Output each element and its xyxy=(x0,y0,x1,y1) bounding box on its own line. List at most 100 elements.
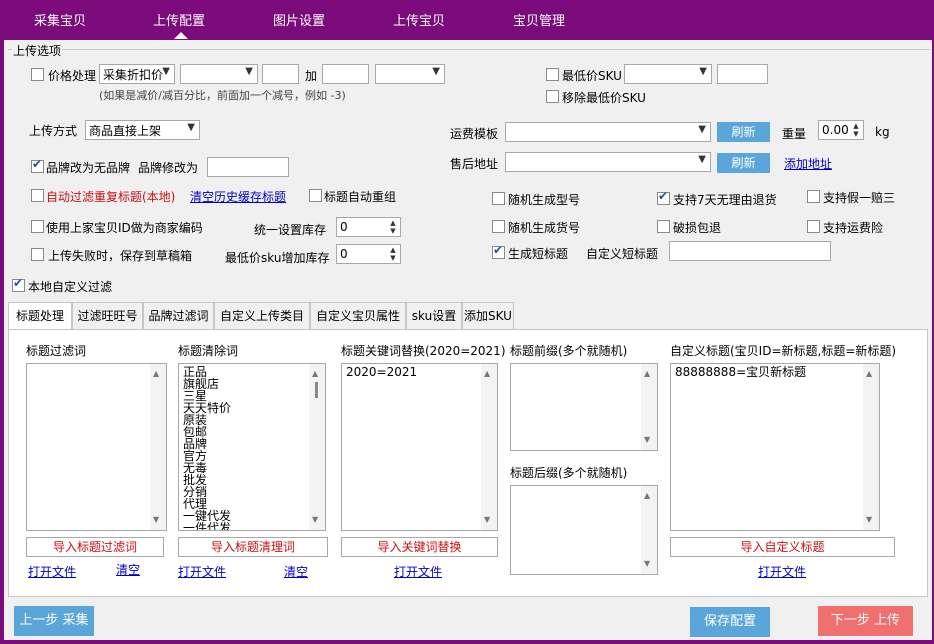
lowest-sku-input[interactable] xyxy=(717,64,768,84)
use-code-label: 使用上家宝贝ID做为商家编码 xyxy=(46,221,203,235)
import-remove-words-button[interactable]: 导入标题清理词 xyxy=(178,537,328,557)
filter-words-textarea[interactable]: ▲ ▼ xyxy=(26,363,167,531)
title-regroup-checkbox[interactable] xyxy=(309,189,322,202)
short-title-label: 生成短标题 xyxy=(508,247,569,261)
auto-filter-label: 自动过滤重复标题(本地) xyxy=(46,190,176,204)
nav-tab-upload-items[interactable]: 上传宝贝 xyxy=(393,10,445,29)
import-filter-words-button[interactable]: 导入标题过滤词 xyxy=(26,537,164,557)
fake-refund-label: 支持假一赔三 xyxy=(823,191,896,205)
auto-filter-checkbox[interactable] xyxy=(31,189,44,202)
tab-custom-category[interactable]: 自定义上传类目 xyxy=(214,302,310,330)
unified-stock-spinner[interactable]: 0 ▲ ▼ xyxy=(336,217,401,237)
local-filter-checkbox[interactable] xyxy=(12,276,25,292)
prefix-textarea[interactable]: ▲ ▼ xyxy=(510,363,658,451)
after-sale-label: 售后地址 xyxy=(450,157,499,171)
use-code-checkbox[interactable] xyxy=(31,220,44,233)
tab-title-processing[interactable]: 标题处理 xyxy=(8,302,72,331)
scrollbar[interactable]: ▲ ▼ xyxy=(481,364,497,530)
filter-words-open-file-link[interactable]: 打开文件 xyxy=(28,563,76,580)
unified-stock-label: 统一设置库存 xyxy=(254,223,327,237)
damage-cover-label: 破损包退 xyxy=(673,221,722,235)
price-type-select[interactable]: ▼ xyxy=(180,64,258,84)
save-config-button[interactable]: 保存配置 xyxy=(690,607,770,637)
after-sale-refresh-button[interactable]: 刷新 xyxy=(717,153,770,173)
brand-modify-input[interactable] xyxy=(207,157,289,177)
chevron-down-icon: ▼ xyxy=(162,66,170,77)
scrollbar[interactable]: ▲ ▼ xyxy=(641,364,657,450)
random-item-no-checkbox[interactable] xyxy=(492,220,505,233)
filter-words-label: 标题过滤词 xyxy=(26,344,87,358)
top-navigation: 采集宝贝 上传配置 图片设置 上传宝贝 宝贝管理 xyxy=(0,0,934,40)
active-tab-indicator xyxy=(174,32,188,39)
brand-checkbox[interactable] xyxy=(31,157,44,173)
shipping-refresh-button[interactable]: 刷新 xyxy=(717,122,770,142)
fake-refund-checkbox[interactable] xyxy=(807,190,820,203)
weight-spinner[interactable]: 0.00 ▲ ▼ xyxy=(818,120,864,140)
remove-word-line: 一件代发 xyxy=(183,521,232,531)
remove-words-open-file-link[interactable]: 打开文件 xyxy=(178,563,226,580)
title-regroup-label: 标题自动重组 xyxy=(324,190,397,204)
random-model-checkbox[interactable] xyxy=(492,192,505,205)
custom-title-textarea[interactable]: 88888888=宝贝新标题 ▲ ▼ xyxy=(670,363,880,531)
damage-cover-checkbox[interactable] xyxy=(657,220,670,233)
tab-brand-filter[interactable]: 品牌过滤词 xyxy=(143,302,214,330)
price-add-input[interactable] xyxy=(322,64,369,84)
short-title-checkbox[interactable] xyxy=(492,243,505,259)
lowest-sku-checkbox[interactable] xyxy=(546,68,559,81)
custom-title-label: 自定义标题(宝贝ID=新标题,标题=新标题) xyxy=(670,344,897,358)
prev-step-button[interactable]: 上一步 采集 xyxy=(14,606,94,636)
import-replace-words-button[interactable]: 导入关键词替换 xyxy=(341,537,498,557)
price-unit-select[interactable]: ▼ xyxy=(375,64,445,84)
price-plus-label: 加 xyxy=(305,69,318,83)
remove-words-textarea[interactable]: 正品 旗舰店 三星 天天特价 原装 包邮 品牌 官方 无毒 批发 分销 代理 一键代发 一件代发 ▲ ▼ xyxy=(178,363,326,531)
price-checkbox[interactable] xyxy=(31,68,44,81)
clear-history-link[interactable]: 清空历史缓存标题 xyxy=(190,188,286,205)
chevron-down-icon: ▼ xyxy=(699,66,707,77)
freight-insurance-label: 支持运费险 xyxy=(823,221,884,235)
save-draft-checkbox[interactable] xyxy=(31,248,44,261)
replace-words-open-file-link[interactable]: 打开文件 xyxy=(394,563,442,580)
next-step-button[interactable]: 下一步 上传 xyxy=(818,606,913,636)
price-value-input[interactable] xyxy=(262,64,299,84)
upload-options-title: 上传选项 xyxy=(12,42,63,59)
suffix-label: 标题后缀(多个就随机) xyxy=(510,466,628,480)
after-sale-select[interactable]: ▼ xyxy=(505,152,711,172)
replace-words-textarea[interactable]: 2020=2021 ▲ ▼ xyxy=(341,363,498,531)
nav-tab-image-settings[interactable]: 图片设置 xyxy=(273,10,325,29)
remove-lowest-sku-checkbox[interactable] xyxy=(546,90,559,103)
tab-sku-settings[interactable]: sku设置 xyxy=(406,302,462,330)
nav-tab-item-management[interactable]: 宝贝管理 xyxy=(513,10,565,29)
lowest-sku-stock-spinner[interactable]: 0 ▲ ▼ xyxy=(336,244,401,264)
tab-filter-wangwang[interactable]: 过滤旺旺号 xyxy=(72,302,143,330)
scrollbar[interactable]: ▲ ▼ xyxy=(641,486,657,574)
chevron-down-icon: ▼ xyxy=(432,66,440,77)
remove-words-clear-link[interactable]: 清空 xyxy=(284,563,308,580)
title-processing-page: 标题过滤词 ▲ ▼ 导入标题过滤词 打开文件 清空 标题清除词 正品 旗舰店 三星 天天… xyxy=(8,329,928,597)
config-panel: 上传选项 价格处理 采集折扣价 ▼ ▼ 加 ▼ (如果是减价/减百分比，前面加一个… xyxy=(4,40,932,640)
scrollbar[interactable]: ▲ ▼ xyxy=(309,364,325,530)
import-custom-title-button[interactable]: 导入自定义标题 xyxy=(670,537,895,557)
nav-tab-collect[interactable]: 采集宝贝 xyxy=(34,10,86,29)
lowest-sku-select[interactable]: ▼ xyxy=(624,64,712,84)
group-divider xyxy=(8,49,930,50)
custom-short-title-input[interactable] xyxy=(669,241,831,261)
scrollbar[interactable]: ▲ ▼ xyxy=(863,364,879,530)
replace-words-label: 标题关键词替换(2020=2021) xyxy=(341,344,506,358)
freight-insurance-checkbox[interactable] xyxy=(807,220,820,233)
tab-custom-attributes[interactable]: 自定义宝贝属性 xyxy=(310,302,406,330)
nav-tab-upload-config[interactable]: 上传配置 xyxy=(153,10,205,29)
scrollbar[interactable]: ▲ ▼ xyxy=(150,364,166,530)
lowest-sku-stock-label: 最低价sku增加库存 xyxy=(225,251,330,265)
add-address-link[interactable]: 添加地址 xyxy=(784,155,832,172)
price-mode-select[interactable]: 采集折扣价 ▼ xyxy=(99,64,175,84)
chevron-down-icon: ▼ xyxy=(187,122,195,133)
suffix-textarea[interactable]: ▲ ▼ xyxy=(510,485,658,575)
custom-title-open-file-link[interactable]: 打开文件 xyxy=(758,563,806,580)
upload-mode-select[interactable]: 商品直接上架 ▼ xyxy=(85,120,200,140)
filter-words-clear-link[interactable]: 清空 xyxy=(116,561,140,578)
tab-add-sku[interactable]: 添加SKU xyxy=(462,302,514,330)
seven-day-checkbox[interactable] xyxy=(657,189,670,205)
remove-words-list: 正品 旗舰店 三星 天天特价 原装 包邮 品牌 官方 无毒 批发 分销 代理 一键代发 一件代发 xyxy=(183,366,321,531)
shipping-template-select[interactable]: ▼ xyxy=(505,122,711,142)
upload-mode-label: 上传方式 xyxy=(29,124,78,138)
